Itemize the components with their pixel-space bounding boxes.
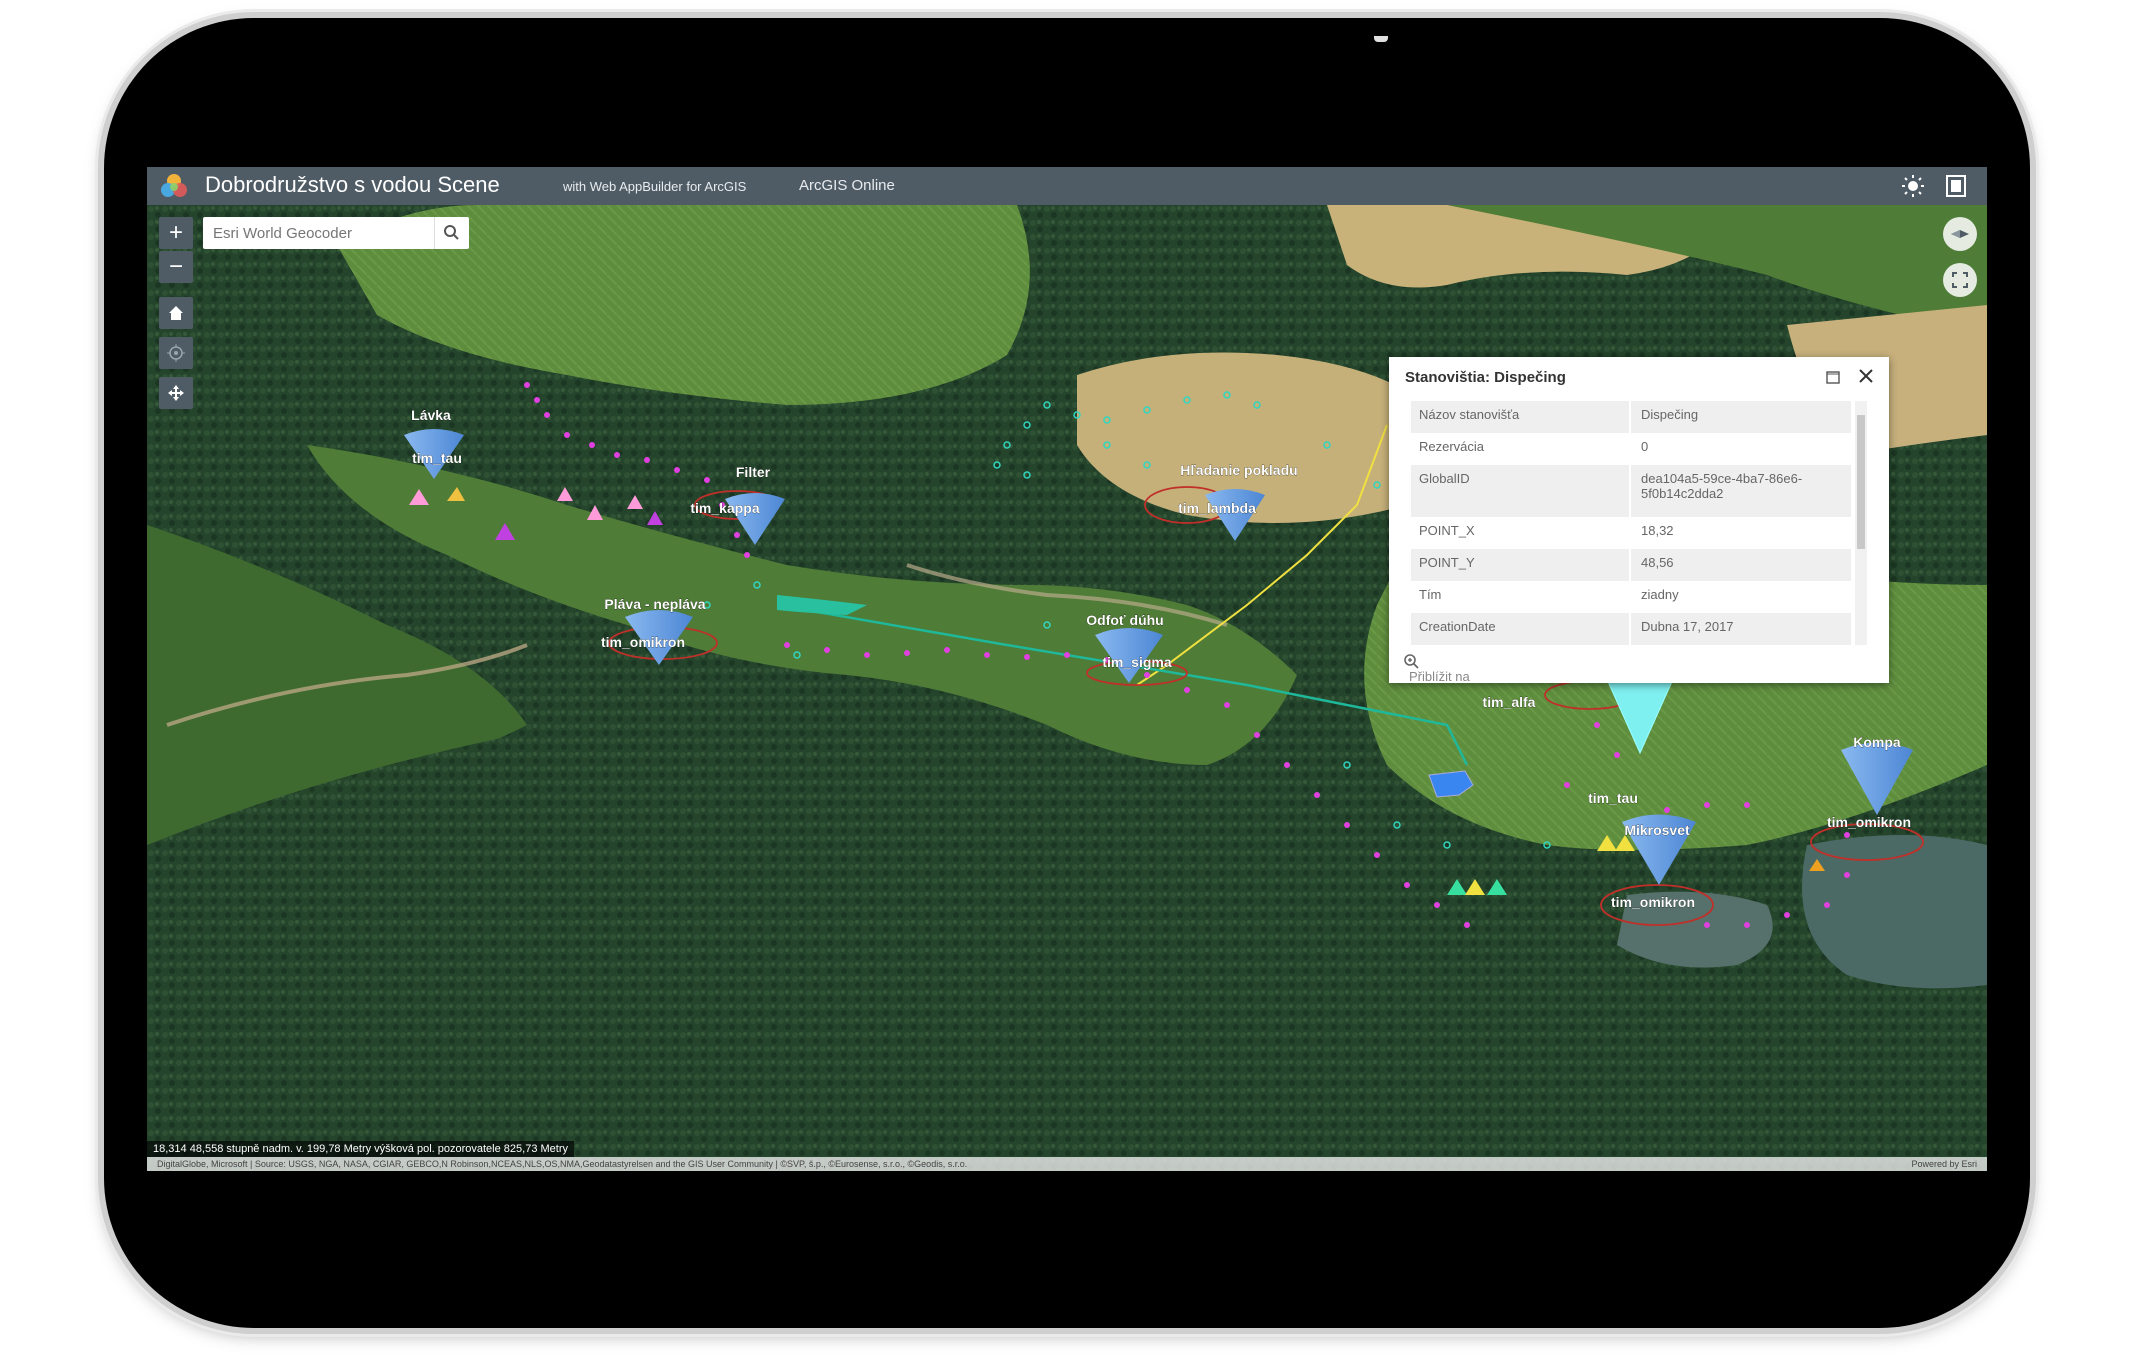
attribute-value: Dispečing [1641, 407, 1699, 422]
feature-popup: Stanovištia: Dispečing Názov stanovišťa … [1389, 357, 1889, 684]
zoom-in-button[interactable]: + [159, 217, 193, 249]
fullscreen-button[interactable] [1943, 263, 1977, 297]
locate-icon [167, 344, 185, 362]
attribute-value: Dubna 17, 2017 [1641, 619, 1734, 634]
daylight-icon[interactable] [1901, 174, 1925, 198]
arcgis-online-link[interactable]: ArcGIS Online [799, 177, 895, 194]
pan-button[interactable] [159, 377, 193, 409]
zoom-out-button[interactable]: − [159, 251, 193, 283]
coordinates-readout: 18,314 48,558 stupně nadm. v. 199,78 Met… [147, 1141, 574, 1157]
attribution-text: DigitalGlobe, Microsoft | Source: USGS, … [157, 1159, 968, 1169]
fullscreen-icon [1952, 272, 1968, 288]
attribute-value: 0 [1641, 439, 1649, 454]
search-button[interactable] [434, 217, 469, 249]
attribute-key: POINT_X [1411, 517, 1631, 549]
app-subtitle: with Web AppBuilder for ArcGIS [563, 179, 747, 194]
attribute-key: Rezervácia [1411, 433, 1631, 465]
team-label: tim_omikron [1611, 894, 1695, 910]
team-label: tim_tau [412, 450, 462, 466]
search-input[interactable] [203, 217, 425, 249]
popup-scrollbar[interactable] [1855, 401, 1867, 645]
scrollbar-thumb[interactable] [1857, 415, 1865, 549]
aerial-imagery[interactable]: Lávka tim_tau Filter tim_kappa Hľadanie … [147, 205, 1987, 1171]
app-screen: Dobrodružstvo s vodou Scene with Web App… [147, 167, 1987, 1171]
attribute-key: POINT_Y [1411, 549, 1631, 581]
station-label: Mikrosvet [1624, 822, 1690, 838]
attribute-key: CreationDate [1411, 613, 1631, 645]
attribute-row: Názov stanovišťa Dispečing [1411, 401, 1851, 433]
move-icon [168, 385, 184, 401]
compass-icon [1951, 230, 1969, 238]
locate-button[interactable] [159, 337, 193, 369]
team-label: tim_omikron [1827, 814, 1911, 830]
attribute-row: CreationDate Dubna 17, 2017 [1411, 613, 1851, 645]
station-label: Kompa [1853, 734, 1901, 750]
station-label: Hľadanie pokladu [1180, 462, 1297, 478]
home-icon [169, 306, 183, 320]
geocoder-search [203, 217, 469, 249]
attribute-row: Tím ziadny [1411, 581, 1851, 613]
zoom-to-icon [1404, 654, 1419, 669]
team-label: tim_alfa [1483, 694, 1536, 710]
team-label: tim_omikron [601, 634, 685, 650]
attribute-row: POINT_X 18,32 [1411, 517, 1851, 549]
attribute-value: ziadny [1641, 587, 1679, 602]
station-label: Pláva - nepláva [604, 596, 705, 612]
attribute-value: 48,56 [1641, 555, 1674, 570]
app-frame-icon[interactable] [1943, 173, 1969, 199]
tablet-camera [1374, 36, 1388, 42]
attribute-row: POINT_Y 48,56 [1411, 549, 1851, 581]
attribute-key: Názov stanovišťa [1411, 401, 1631, 433]
team-label: tim_tau [1588, 790, 1638, 806]
close-icon[interactable] [1857, 367, 1875, 385]
app-logo-icon [161, 174, 187, 197]
attribute-key: Tím [1411, 581, 1631, 613]
team-label: tim_sigma [1102, 654, 1171, 670]
attribute-row: Rezervácia 0 [1411, 433, 1851, 465]
station-label: Lávka [411, 407, 451, 423]
team-label: tim_lambda [1178, 500, 1256, 516]
maximize-icon[interactable] [1825, 369, 1841, 385]
station-label: Odfoť dúhu [1086, 612, 1163, 628]
attribute-row: GlobalID dea104a5-59ce-4ba7-86e6-5f0b14c… [1411, 465, 1851, 517]
search-icon [444, 225, 459, 240]
attribute-key: GlobalID [1411, 465, 1631, 517]
app-header: Dobrodružstvo s vodou Scene with Web App… [147, 167, 1987, 205]
attribution-bar: DigitalGlobe, Microsoft | Source: USGS, … [147, 1157, 1987, 1171]
attribute-value: 18,32 [1641, 523, 1674, 538]
zoom-to-link[interactable]: Přiblížit na [1403, 653, 1470, 684]
home-button[interactable] [159, 297, 193, 329]
popup-attributes: Názov stanovišťa Dispečing Rezervácia 0 … [1411, 401, 1851, 645]
station-label: Filter [736, 464, 771, 480]
app-title: Dobrodružstvo s vodou Scene [205, 172, 500, 197]
popup-title: Stanovištia: Dispečing [1405, 369, 1566, 386]
attribute-value: dea104a5-59ce-4ba7-86e6-5f0b14c2dda2 [1641, 471, 1803, 501]
compass-button[interactable] [1943, 217, 1977, 251]
powered-by[interactable]: Powered by Esri [1911, 1157, 1977, 1171]
zoom-to-label: Přiblížit na [1409, 669, 1470, 684]
team-label: tim_kappa [690, 500, 759, 516]
scene-map[interactable]: Lávka tim_tau Filter tim_kappa Hľadanie … [147, 205, 1987, 1171]
